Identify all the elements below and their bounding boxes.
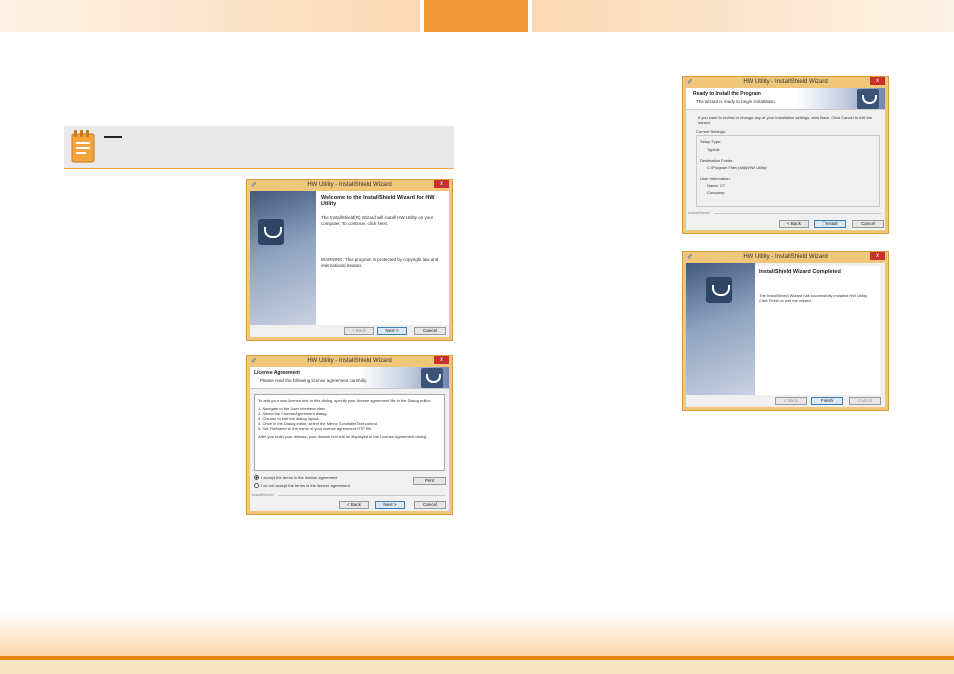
license-wizard-window: ✐ HW Utility - InstallShield Wizard x Li… bbox=[246, 355, 453, 515]
cancel-button[interactable]: Cancel bbox=[852, 220, 884, 228]
title-bar: ✐ HW Utility - InstallShield Wizard x bbox=[247, 180, 452, 191]
back-button[interactable]: < Back bbox=[775, 397, 807, 405]
window-title: HW Utility - InstallShield Wizard bbox=[743, 79, 828, 85]
radio-unselected-icon bbox=[254, 483, 259, 489]
install-label: Install bbox=[825, 221, 838, 226]
wizard-heading: License Agreement bbox=[254, 370, 300, 376]
installer-badge-icon bbox=[421, 368, 443, 388]
wizard-warning: WARNING: This program is protected by co… bbox=[321, 257, 439, 268]
license-text-box[interactable]: To add your own license text to this dia… bbox=[254, 394, 445, 471]
side-art-panel bbox=[250, 191, 316, 325]
window-client: InstallShield Wizard Completed The Insta… bbox=[686, 263, 885, 407]
finish-button[interactable]: Finish bbox=[811, 397, 843, 405]
title-bar: ✐ HW Utility - InstallShield Wizard x bbox=[247, 356, 452, 367]
setup-type-label: Setup Type: bbox=[700, 139, 722, 144]
ready-wizard-window: ✐ HW Utility - InstallShield Wizard x Re… bbox=[682, 76, 889, 234]
footer-separator bbox=[714, 213, 881, 214]
content-pane: Welcome to the InstallShield Wizard for … bbox=[316, 191, 449, 325]
back-button[interactable]: < Back bbox=[344, 327, 374, 335]
side-art-panel bbox=[686, 263, 755, 395]
footer-band bbox=[0, 612, 954, 658]
window-title: HW Utility - InstallShield Wizard bbox=[307, 182, 392, 188]
close-button[interactable]: x bbox=[434, 180, 449, 188]
back-button[interactable]: < Back bbox=[339, 501, 369, 509]
header-tab-accent bbox=[424, 0, 528, 32]
installer-badge-icon bbox=[258, 219, 284, 245]
note-box bbox=[64, 126, 454, 169]
radio-selected-icon bbox=[254, 475, 259, 481]
header-band-left bbox=[0, 0, 420, 32]
footer-strip bbox=[0, 660, 954, 674]
installer-badge-icon bbox=[857, 89, 879, 109]
settings-box: Setup Type: Typical Destination Folder: … bbox=[696, 135, 880, 207]
destination-label: Destination Folder: bbox=[700, 158, 734, 163]
cancel-button[interactable]: Cancel bbox=[414, 327, 446, 335]
wizard-body: The InstallShield(R) Wizard will install… bbox=[321, 215, 434, 226]
accept-radio[interactable]: I accept the terms in the license agreem… bbox=[254, 475, 337, 481]
license-intro: To add your own license text to this dia… bbox=[258, 398, 431, 403]
header-pane: License Agreement Please read the follow… bbox=[250, 367, 449, 389]
cancel-button[interactable]: Cancel bbox=[414, 501, 446, 509]
user-name-value: Name: CT bbox=[707, 183, 726, 188]
license-after: After you build your release, your licen… bbox=[258, 434, 428, 439]
ready-intro: If you want to review or change any of y… bbox=[698, 115, 873, 125]
installer-badge-icon bbox=[706, 277, 732, 303]
close-button[interactable]: x bbox=[434, 356, 449, 364]
decline-radio[interactable]: I do not accept the terms in the license… bbox=[254, 483, 350, 489]
title-bar: ✐ HW Utility - InstallShield Wizard x bbox=[683, 77, 888, 88]
print-button[interactable]: Print bbox=[413, 477, 446, 485]
next-button[interactable]: Next > bbox=[377, 327, 407, 335]
header-pane: Ready to Install the Program The wizard … bbox=[686, 88, 885, 110]
window-title: HW Utility - InstallShield Wizard bbox=[743, 254, 828, 260]
install-button[interactable]: ⛉Install bbox=[814, 220, 846, 228]
setup-type-value: Typical bbox=[707, 147, 720, 152]
installshield-brand: InstallShield bbox=[688, 210, 710, 215]
destination-value: C:\Program Files (x86)\HW Utility\ bbox=[707, 165, 768, 170]
completed-wizard-window: ✐ HW Utility - InstallShield Wizard x In… bbox=[682, 251, 889, 411]
footer-separator bbox=[278, 495, 445, 496]
back-button[interactable]: < Back bbox=[779, 220, 809, 228]
note-label-underline bbox=[104, 136, 122, 138]
wizard-body: The InstallShield Wizard has successfull… bbox=[759, 293, 868, 303]
license-step: 5. Set FileName to the name of your lice… bbox=[258, 426, 373, 431]
window-client: Welcome to the InstallShield Wizard for … bbox=[250, 191, 449, 337]
user-info-label: User Information: bbox=[700, 176, 731, 181]
wizard-heading: Welcome to the InstallShield Wizard for … bbox=[321, 195, 435, 207]
company-value: Company: bbox=[707, 190, 726, 195]
wizard-heading: InstallShield Wizard Completed bbox=[759, 269, 841, 275]
window-title: HW Utility - InstallShield Wizard bbox=[307, 358, 392, 364]
window-client: License Agreement Please read the follow… bbox=[250, 367, 449, 511]
title-bar: ✐ HW Utility - InstallShield Wizard x bbox=[683, 252, 888, 263]
installshield-brand: InstallShield bbox=[252, 492, 274, 497]
next-button[interactable]: Next > bbox=[375, 501, 405, 509]
wizard-subheading: The wizard is ready to begin installatio… bbox=[696, 99, 777, 104]
decline-label: I do not accept the terms in the license… bbox=[261, 483, 350, 488]
note-icon bbox=[71, 130, 95, 163]
wizard-heading: Ready to Install the Program bbox=[693, 91, 761, 97]
welcome-wizard-window: ✐ HW Utility - InstallShield Wizard x We… bbox=[246, 179, 453, 341]
content-pane: InstallShield Wizard Completed The Insta… bbox=[755, 266, 880, 395]
header-band-right bbox=[532, 0, 954, 32]
accept-label: I accept the terms in the license agreem… bbox=[261, 475, 338, 480]
license-steps: 1. Navigate to the User Interface view. … bbox=[258, 406, 441, 431]
close-button[interactable]: x bbox=[870, 77, 885, 85]
close-button[interactable]: x bbox=[870, 252, 885, 260]
window-client: Ready to Install the Program The wizard … bbox=[686, 88, 885, 230]
wizard-subheading: Please read the following license agreem… bbox=[260, 378, 368, 383]
cancel-button[interactable]: Cancel bbox=[849, 397, 881, 405]
